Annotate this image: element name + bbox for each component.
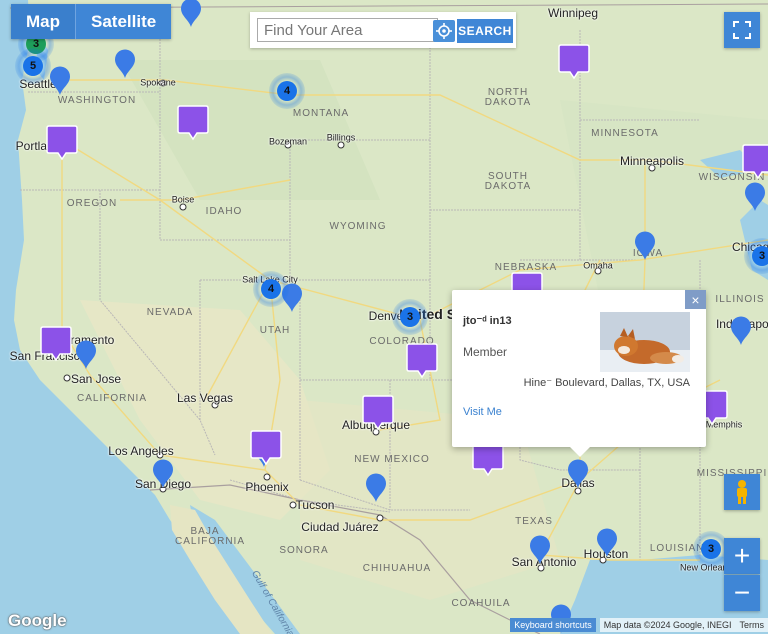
zoom-in-button[interactable]: +: [724, 538, 760, 574]
cluster-count: 3: [752, 246, 768, 266]
city-dot: [594, 267, 602, 275]
map-pin[interactable]: [730, 316, 752, 346]
crosshair-icon: [436, 23, 452, 39]
map-type-satellite-button[interactable]: Satellite: [76, 4, 171, 39]
map-type-map-button[interactable]: Map: [11, 4, 75, 39]
locate-button[interactable]: [433, 20, 455, 42]
marker-cluster[interactable]: 5: [15, 48, 51, 84]
google-logo: Google: [8, 611, 67, 630]
fullscreen-icon: [733, 21, 751, 39]
map-pin[interactable]: [114, 49, 136, 79]
chat-bubble-marker[interactable]: [250, 430, 282, 466]
attribution-bar: Keyboard shortcuts Map data ©2024 Google…: [510, 617, 768, 633]
search-bar: SEARCH: [250, 12, 516, 48]
cluster-count: 3: [701, 539, 721, 559]
chat-bubble-marker[interactable]: [742, 144, 768, 180]
chat-bubble-marker[interactable]: [177, 105, 209, 141]
member-role: Member: [463, 345, 508, 359]
city-dot: [648, 164, 656, 172]
city-dot: [63, 374, 71, 382]
marker-cluster[interactable]: 3: [392, 299, 428, 335]
member-photo: [600, 312, 690, 372]
chat-bubble-marker[interactable]: [406, 343, 438, 379]
chat-bubble-marker[interactable]: [40, 326, 72, 362]
city-dot: [263, 473, 271, 481]
visit-me-link[interactable]: Visit Me: [463, 406, 502, 418]
chat-bubble-marker[interactable]: [558, 44, 590, 80]
marker-cluster[interactable]: 3: [744, 238, 768, 274]
keyboard-shortcuts-link[interactable]: Keyboard shortcuts: [510, 618, 596, 632]
map-type-control: Map Satellite: [11, 4, 172, 39]
cluster-count: 3: [400, 307, 420, 327]
map-pin[interactable]: [49, 66, 71, 96]
marker-cluster[interactable]: 4: [253, 271, 289, 307]
fox-photo: [600, 312, 690, 372]
city-dot: [537, 564, 545, 572]
map-data-text: Map data ©2024 Google, INEGI: [599, 618, 736, 632]
map-pin[interactable]: [744, 182, 766, 212]
city-dot: [179, 203, 187, 211]
map-pin[interactable]: [365, 473, 387, 503]
zoom-out-button[interactable]: −: [724, 575, 760, 611]
city-dot: [159, 79, 167, 87]
map-pin[interactable]: [596, 528, 618, 558]
close-button[interactable]: ×: [685, 290, 706, 309]
cluster-count: 5: [23, 56, 43, 76]
cluster-count: 4: [277, 81, 297, 101]
city-dot: [376, 514, 384, 522]
city-dot: [284, 141, 292, 149]
fullscreen-button[interactable]: [724, 12, 760, 48]
pegman-icon: [737, 480, 747, 504]
chat-bubble-marker[interactable]: [362, 395, 394, 431]
chat-bubble-marker[interactable]: [46, 125, 78, 161]
marker-cluster[interactable]: 4: [269, 73, 305, 109]
search-button[interactable]: SEARCH: [457, 19, 513, 43]
city-dot: [211, 401, 219, 409]
terms-link[interactable]: Terms: [735, 618, 768, 632]
member-address: Hine⁻ Boulevard, Dallas, TX, USA: [523, 377, 690, 389]
member-name: jto⁻ᵈ in13: [463, 315, 512, 327]
map-pin[interactable]: [529, 535, 551, 565]
map-pin-selected[interactable]: [567, 459, 589, 489]
city-dot: [337, 141, 345, 149]
map-pin[interactable]: [180, 0, 202, 28]
map-pin[interactable]: [634, 231, 656, 261]
cluster-count: 4: [261, 279, 281, 299]
map-pin[interactable]: [75, 340, 97, 370]
street-view-button[interactable]: [724, 474, 760, 510]
city-dot: [156, 451, 164, 459]
city-dot: [289, 501, 297, 509]
map-pin[interactable]: [152, 459, 174, 489]
search-input[interactable]: [257, 18, 438, 42]
info-window: × jto⁻ᵈ in13 Member Hine⁻ Boulevard, Dal…: [452, 290, 706, 457]
